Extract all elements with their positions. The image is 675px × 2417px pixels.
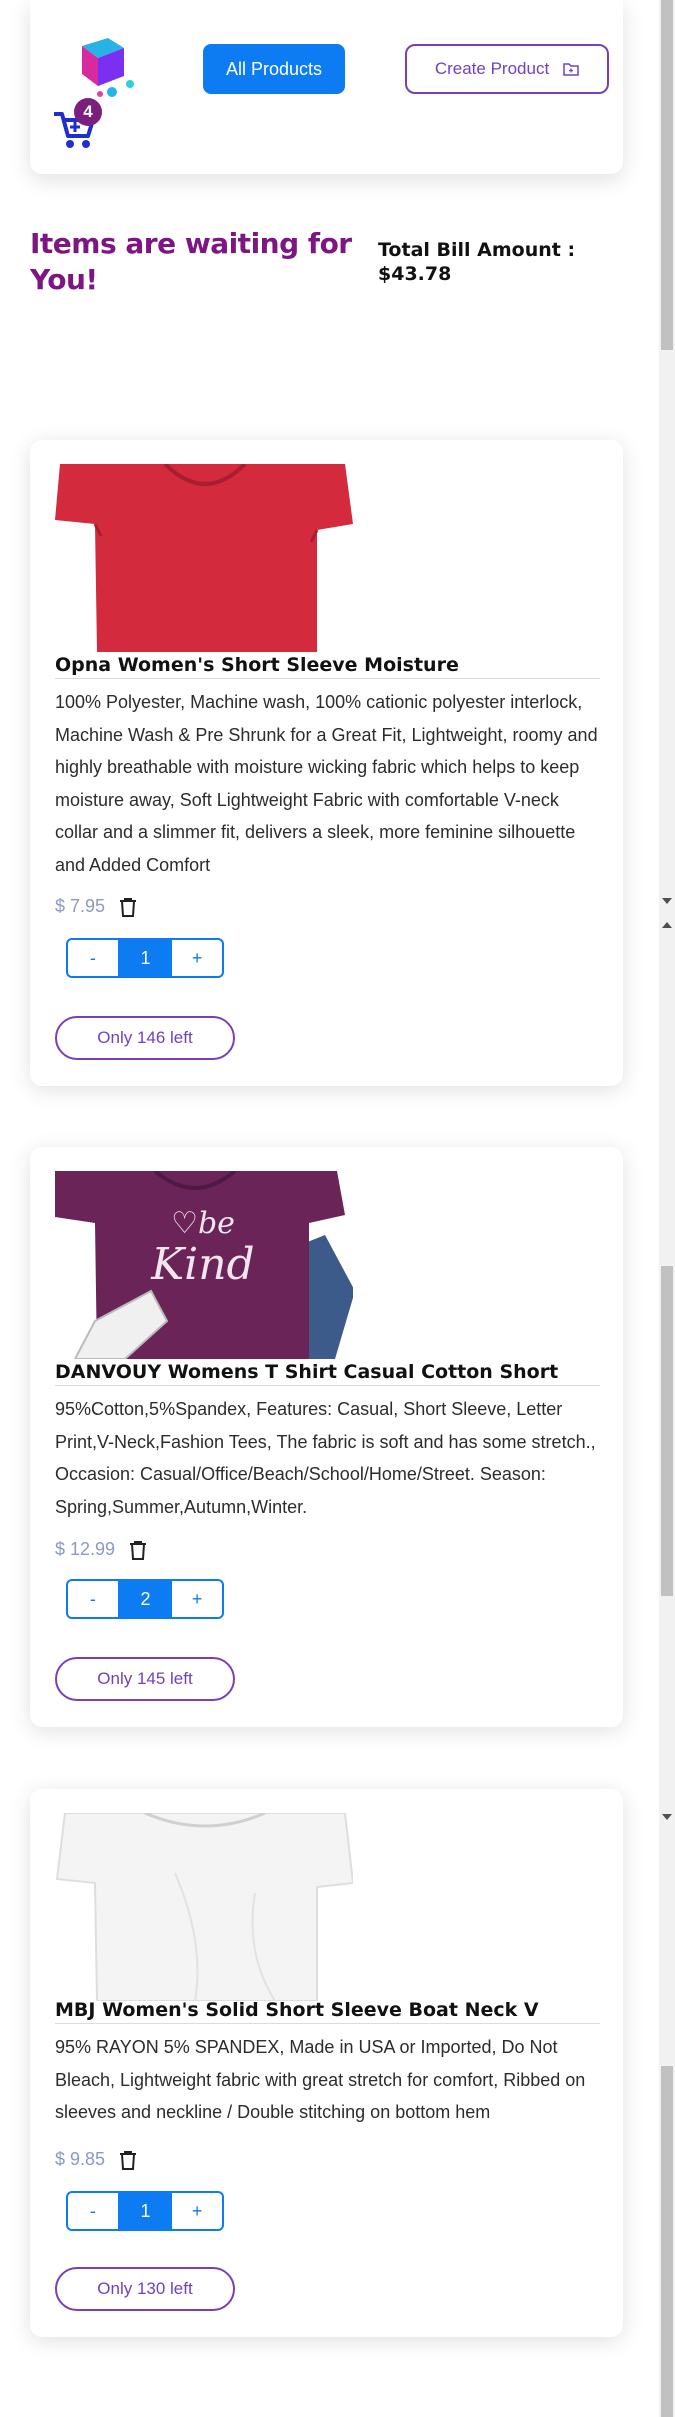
scroll-down-arrow[interactable] <box>662 1814 672 1820</box>
folder-icon <box>563 63 579 76</box>
scroll-down-arrow[interactable] <box>662 898 672 904</box>
quantity-decrease-button[interactable]: - <box>68 940 119 976</box>
svg-text:Kind: Kind <box>150 1239 254 1290</box>
waiting-heading: Items are waiting for You! <box>30 227 352 296</box>
logo-icon[interactable] <box>72 36 144 98</box>
scrollbar-thumb[interactable] <box>661 0 673 350</box>
svg-text:♡be: ♡be <box>171 1206 235 1241</box>
product-title: Opna Women's Short Sleeve Moisture <box>55 654 600 679</box>
total-bill-value: $43.78 <box>378 263 452 285</box>
page-scrollbar[interactable] <box>659 0 675 2417</box>
price-row: $ 9.85 <box>55 2149 137 2170</box>
product-title: MBJ Women's Solid Short Sleeve Boat Neck… <box>55 1999 600 2024</box>
price-row: $ 7.95 <box>55 896 137 917</box>
product-title: DANVOUY Womens T Shirt Casual Cotton Sho… <box>55 1361 600 1386</box>
scrollbar-thumb[interactable] <box>661 1266 673 1596</box>
product-card: ♡be Kind DANVOUY Womens T Shirt Casual C… <box>30 1147 623 1727</box>
header-card: 4 All Products Create Product <box>30 0 623 174</box>
product-price: $ 9.85 <box>55 2149 106 2169</box>
quantity-increase-button[interactable]: + <box>172 2193 222 2229</box>
scrollbar-thumb[interactable] <box>661 2066 673 2417</box>
price-row: $ 12.99 <box>55 1539 147 1560</box>
trash-icon[interactable] <box>119 2150 137 2170</box>
cart-count-badge: 4 <box>74 98 102 126</box>
quantity-value: 1 <box>118 940 173 976</box>
product-description: 95% RAYON 5% SPANDEX, Made in USA or Imp… <box>55 2037 586 2122</box>
product-price: $ 12.99 <box>55 1539 116 1559</box>
total-bill-label: Total Bill Amount : <box>378 239 576 261</box>
stock-button[interactable]: Only 145 left <box>55 1657 235 1701</box>
product-image: ♡be Kind <box>55 1171 353 1359</box>
quantity-increase-button[interactable]: + <box>172 940 222 976</box>
quantity-decrease-button[interactable]: - <box>68 1581 119 1617</box>
product-card: Opna Women's Short Sleeve Moisture 100% … <box>30 440 623 1086</box>
product-description: 95%Cotton,5%Spandex, Features: Casual, S… <box>55 1399 596 1517</box>
product-card: MBJ Women's Solid Short Sleeve Boat Neck… <box>30 1789 623 2337</box>
product-image <box>55 464 353 652</box>
product-image <box>55 1813 353 2001</box>
create-product-button[interactable]: Create Product <box>405 44 609 94</box>
quantity-increase-button[interactable]: + <box>172 1581 222 1617</box>
create-product-label: Create Product <box>434 59 550 78</box>
quantity-decrease-button[interactable]: - <box>68 2193 119 2229</box>
trash-icon[interactable] <box>129 1540 147 1560</box>
quantity-stepper: - 1 + <box>66 2191 224 2231</box>
stock-button[interactable]: Only 146 left <box>55 1016 235 1060</box>
quantity-stepper: - 2 + <box>66 1579 224 1619</box>
scroll-up-arrow[interactable] <box>662 922 672 928</box>
product-description: 100% Polyester, Machine wash, 100% catio… <box>55 692 598 875</box>
stock-button[interactable]: Only 130 left <box>55 2267 235 2311</box>
quantity-value: 2 <box>118 1581 173 1617</box>
quantity-value: 1 <box>118 2193 173 2229</box>
quantity-stepper: - 1 + <box>66 938 224 978</box>
trash-icon[interactable] <box>119 897 137 917</box>
product-price: $ 7.95 <box>55 896 106 916</box>
all-products-button[interactable]: All Products <box>203 44 345 94</box>
